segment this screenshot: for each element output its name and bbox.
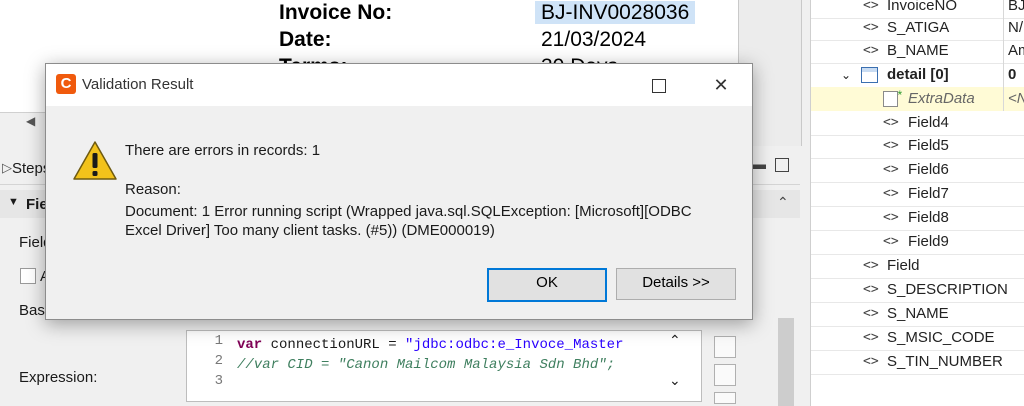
tag-icon: <> [863,258,879,273]
tree-row[interactable]: * ExtraData <N [811,87,1024,111]
tree-row-name: Field8 [908,209,949,226]
script-icon [883,91,898,107]
code-comment[interactable]: //var CID = "Canon Mailcom Malaysia Sdn … [237,355,615,375]
tree-row[interactable]: <> Field4 [811,111,1024,136]
tag-icon: <> [883,115,899,130]
tag-icon: <> [863,20,879,35]
editor-scroll-down-icon[interactable]: ⌄ [669,373,681,390]
tag-icon: <> [863,43,879,58]
app-logo-icon: C [56,74,76,94]
line-number: 2 [214,353,223,369]
date-value: 21/03/2024 [541,28,647,51]
steps-view-icon: ▷ [2,160,12,175]
tree-row-value: <N [1003,87,1024,111]
tree-row-name: Field4 [908,114,949,131]
tree-row[interactable]: <> S_ATIGA N/ [811,16,1024,41]
tree-row-name: S_DESCRIPTION [887,281,1008,298]
expression-label: Expression: [19,369,98,386]
tree-row[interactable]: ⌄ detail [0] 0 [811,63,1024,88]
expand-chevron-icon[interactable]: ⌄ [841,63,851,87]
validation-result-dialog: C Validation Result ✕ There are errors i… [45,63,753,320]
code-text: connectionURL = [262,337,406,353]
tree-row-name: B_NAME [887,42,949,59]
reason-detail-line-2: Excel Driver] Too many client tasks. (#5… [125,222,495,239]
new-marker-icon: * [897,88,902,102]
dialog-titlebar[interactable]: C Validation Result ✕ [46,64,752,106]
minimize-view-icon[interactable]: ▬ [751,156,766,173]
text-template-icon[interactable] [714,364,736,386]
field-checkbox[interactable] [20,268,36,284]
tree-row-value: 0 [1003,63,1024,87]
tag-icon: <> [883,138,899,153]
tree-row-name: Field5 [908,137,949,154]
edit-script-icon[interactable] [714,336,736,358]
line-number: 1 [214,333,223,349]
tag-icon: <> [883,186,899,201]
tree-row-value: Am [1003,39,1024,63]
reason-label: Reason: [125,181,181,198]
reason-detail-line-1: Document: 1 Error running script (Wrappe… [125,203,692,220]
tag-icon: <> [863,282,879,297]
code-keyword: var [237,337,263,353]
ok-button[interactable]: OK [487,268,607,302]
code-string: "jdbc:odbc:e_Invoce_Master [405,337,624,353]
tag-icon: <> [883,210,899,225]
tag-icon: <> [863,330,879,345]
error-count-message: There are errors in records: 1 [125,142,321,159]
expression-editor[interactable]: 1 2 3 var connectionURL = "jdbc:odbc:e_I… [186,330,702,402]
tree-row-name: S_ATIGA [887,19,950,36]
line-number: 3 [214,373,223,389]
tag-icon: <> [883,162,899,177]
tag-icon: <> [863,354,879,369]
close-button[interactable]: ✕ [698,64,744,106]
tree-row[interactable]: <> B_NAME Am [811,39,1024,64]
tree-row[interactable]: <> Field8 [811,206,1024,231]
tree-row[interactable]: <> Field7 [811,182,1024,207]
line-number-gutter: 1 2 3 [187,331,231,401]
tree-row[interactable]: <> Field9 [811,230,1024,255]
tree-row-name: Field7 [908,185,949,202]
panel-vertical-scrollbar[interactable] [778,318,794,406]
maximize-button[interactable] [636,64,682,106]
maximize-icon [652,79,666,94]
scroll-left-icon[interactable]: ◀ [26,114,35,128]
scroll-up-icon[interactable]: ⌃ [777,194,789,211]
tree-row-name: S_NAME [887,305,949,322]
tree-row[interactable]: <> S_TIN_NUMBER [811,350,1024,375]
close-icon: ✕ [713,75,729,95]
table-icon [861,67,878,83]
tree-row-name: Field6 [908,161,949,178]
tree-row-name: ExtraData [908,90,975,107]
maximize-view-icon[interactable] [775,158,789,172]
code-line[interactable]: var connectionURL = "jdbc:odbc:e_Invoce_… [237,335,623,355]
collapse-arrow-icon[interactable]: ▼ [8,196,19,208]
editor-scroll-up-icon[interactable]: ⌃ [669,333,681,350]
tree-row-name: S_MSIC_CODE [887,329,995,346]
warning-icon [73,141,117,180]
tree-row[interactable]: <> S_DESCRIPTION [811,278,1024,303]
invoice-no-label: Invoice No: [279,1,393,24]
invoice-no-value[interactable]: BJ-INV0028036 [535,1,696,24]
tag-icon: <> [863,306,879,321]
data-tree: <> InvoiceNO BJ- <> S_ATIGA N/ <> B_NAME… [810,0,1024,406]
tree-row[interactable]: <> S_NAME [811,302,1024,327]
dialog-title: Validation Result [82,76,194,93]
tree-row[interactable]: <> S_MSIC_CODE [811,326,1024,351]
tree-row-value: N/ [1003,16,1024,40]
tree-row-name: Field [887,257,920,274]
details-button[interactable]: Details >> [616,268,736,300]
tree-row[interactable]: <> Field6 [811,158,1024,183]
function-icon[interactable] [714,392,736,404]
date-label: Date: [279,28,332,51]
tag-icon: <> [883,234,899,249]
tree-row[interactable]: <> Field5 [811,134,1024,159]
tree-row-name: Field9 [908,233,949,250]
tree-row[interactable]: <> Field [811,254,1024,279]
tree-row-name: S_TIN_NUMBER [887,353,1003,370]
